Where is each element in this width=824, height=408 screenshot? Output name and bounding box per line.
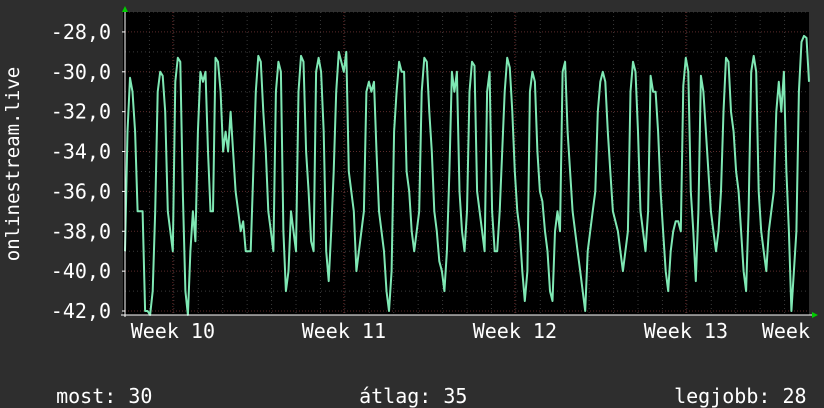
y-tick-label: -40,0 [51, 259, 111, 283]
y-axis-label: onlinestream.live [2, 67, 24, 261]
y-axis-ticks: -28,0 -30,0 -32,0 -34,0 -36,0 -38,0 -40,0 -42,0 [51, 20, 125, 323]
average-stat: átlag: 35 [335, 360, 467, 408]
best-label: legjobb: [674, 384, 771, 408]
x-tick-label: Week 11 [302, 319, 386, 343]
x-tick-label: Week [762, 319, 810, 343]
x-axis-ticks: Week 10 Week 11 Week 12 Week 13 Week [131, 319, 810, 343]
plot-background [123, 12, 809, 315]
chart: -28,0 -30,0 -32,0 -34,0 -36,0 -38,0 -40,0 -42,0… [2, 6, 818, 343]
y-tick-label: -42,0 [51, 299, 111, 323]
y-axis-arrow [122, 6, 128, 12]
y-tick-label: -30,0 [51, 60, 111, 84]
x-tick-label: Week 10 [131, 319, 215, 343]
best-stat: legjobb: 28 [650, 360, 807, 408]
y-tick-label: -28,0 [51, 20, 111, 44]
current-stat: most: 30 [32, 360, 152, 408]
x-tick-label: Week 12 [473, 319, 557, 343]
x-tick-label: Week 13 [644, 319, 728, 343]
average-value: 35 [443, 384, 468, 408]
current-value: 30 [128, 384, 153, 408]
y-tick-label: -32,0 [51, 100, 111, 124]
best-value: 28 [782, 384, 807, 408]
y-tick-label: -36,0 [51, 179, 111, 203]
y-tick-label: -34,0 [51, 140, 111, 164]
y-tick-label: -38,0 [51, 219, 111, 243]
average-label: átlag: [359, 384, 432, 408]
x-axis-arrow [812, 312, 818, 318]
current-label: most: [56, 384, 117, 408]
